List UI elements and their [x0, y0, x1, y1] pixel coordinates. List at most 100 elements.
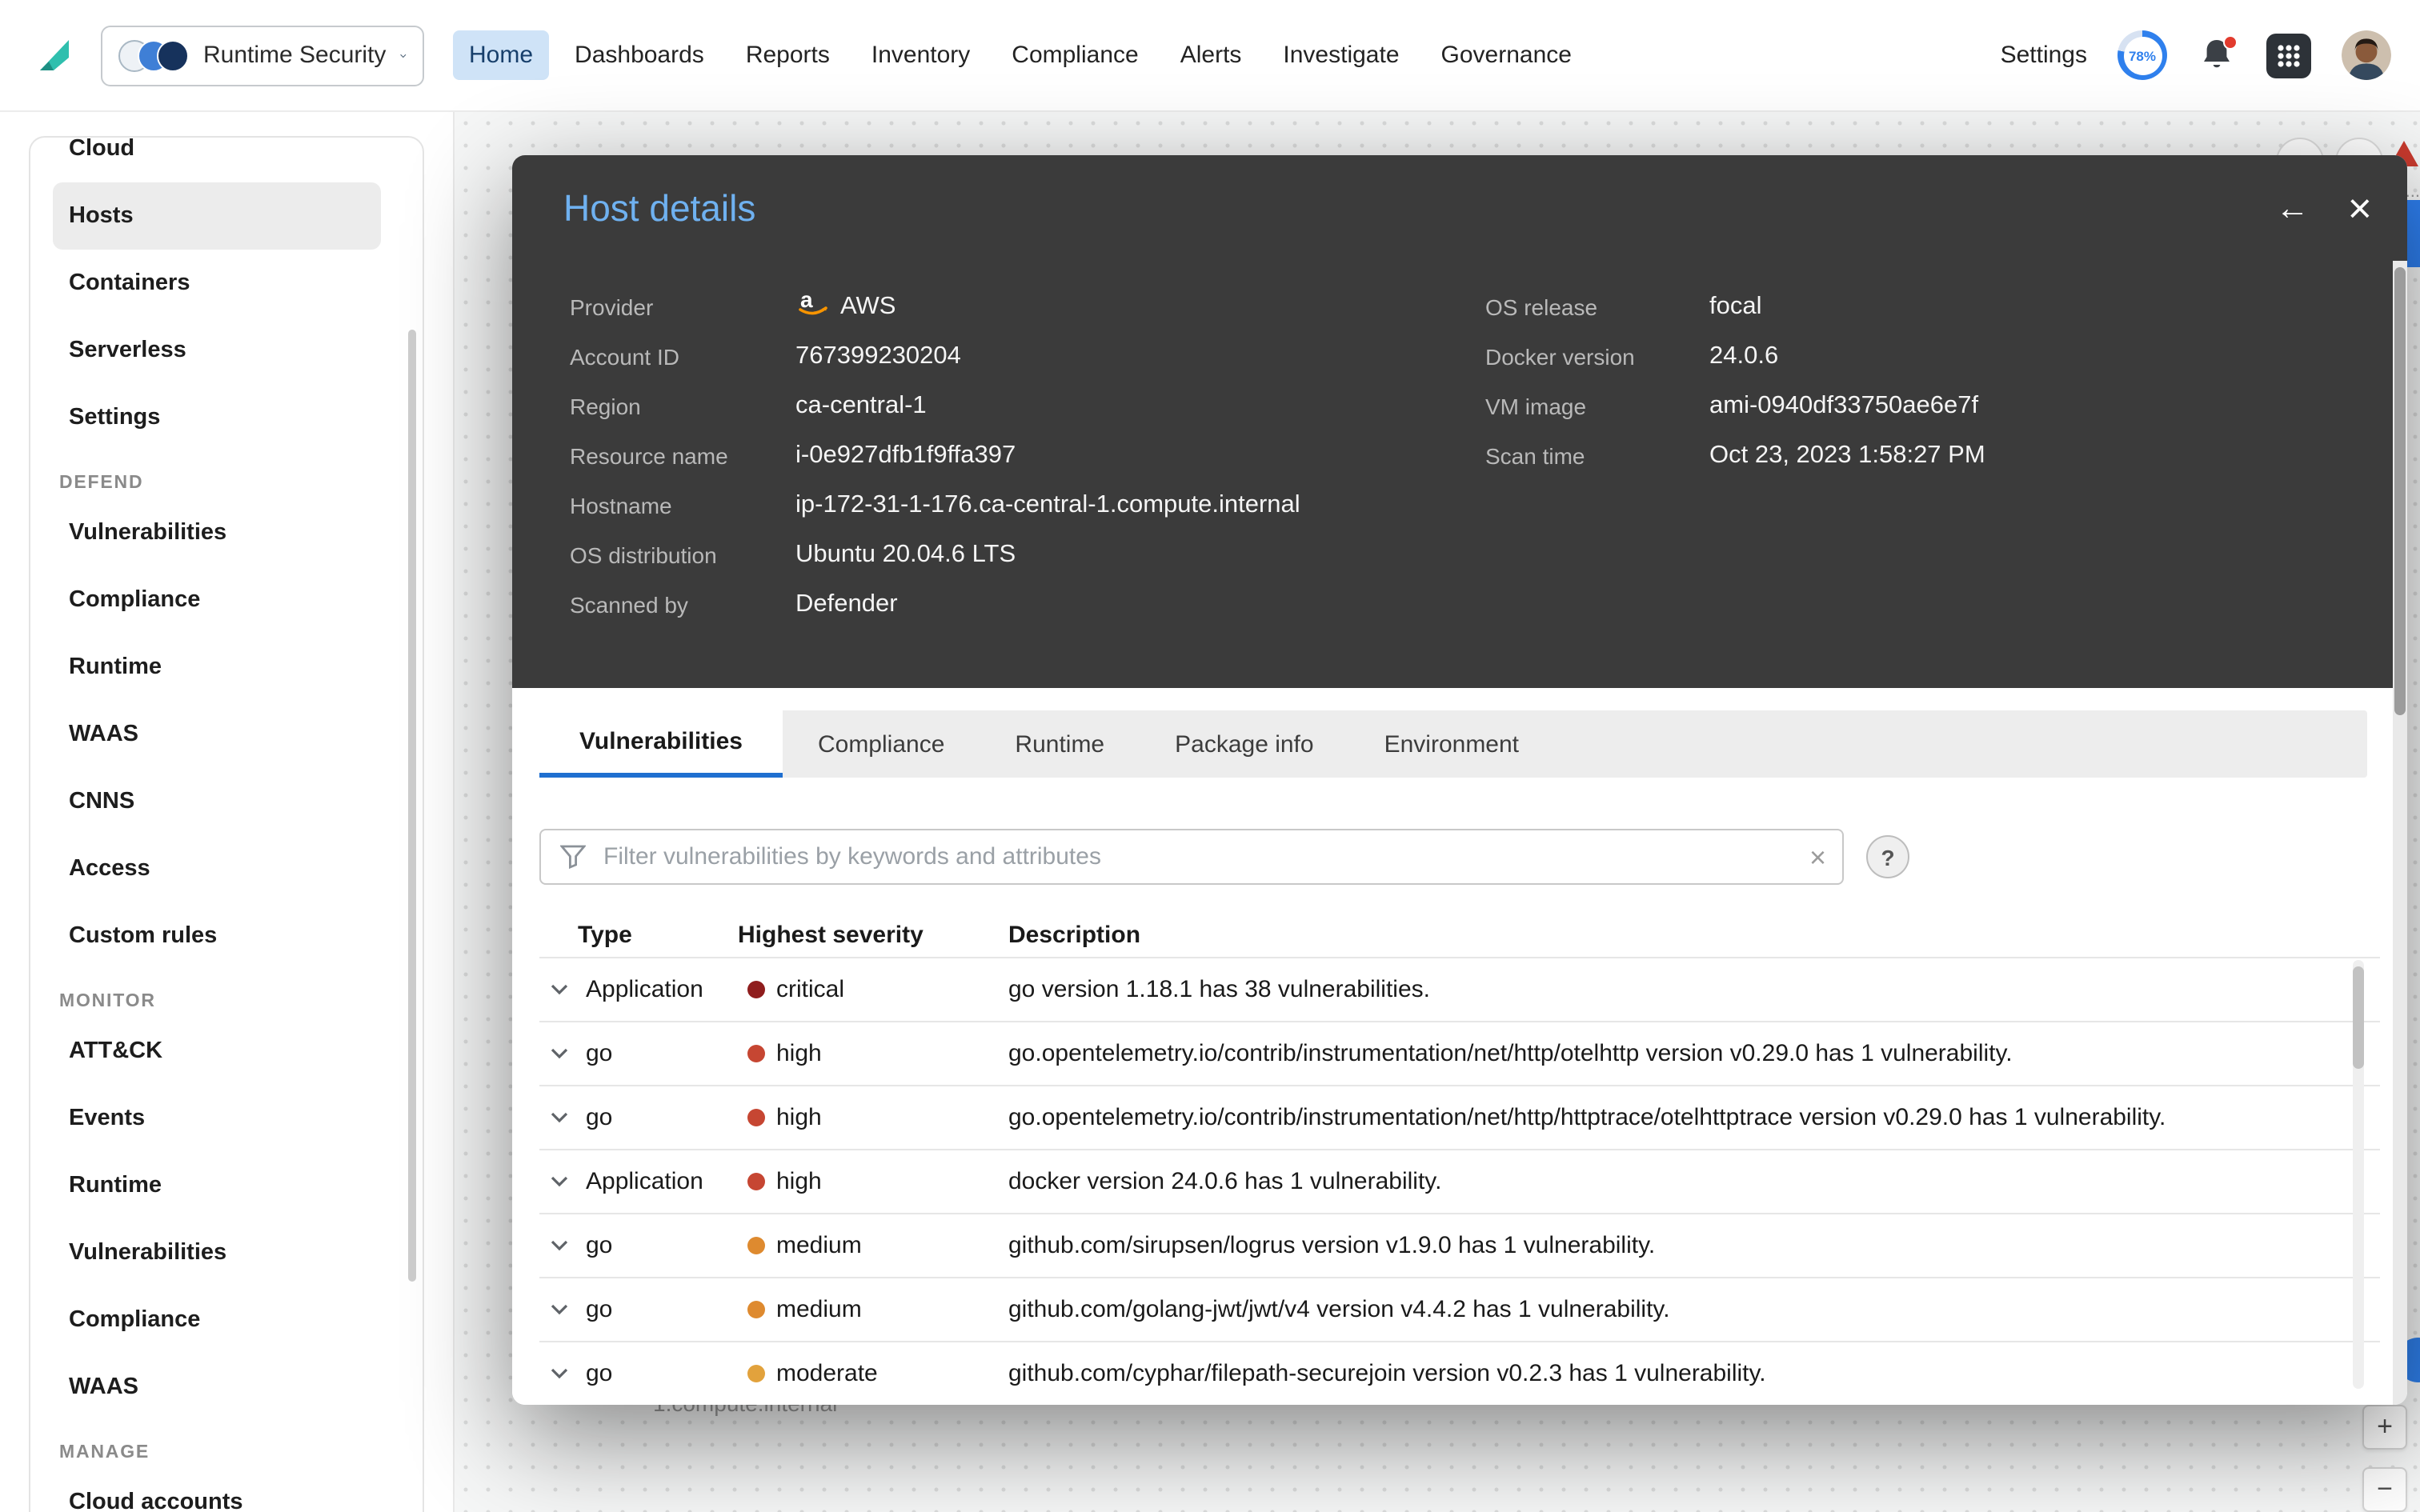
sidebar-item-compliance[interactable]: Compliance: [30, 566, 423, 634]
sidebar-item-runtime-monitor[interactable]: Runtime: [30, 1152, 423, 1219]
sidebar-item-serverless[interactable]: Serverless: [30, 317, 423, 384]
product-switcher-dropdown[interactable]: Runtime Security: [101, 25, 424, 86]
sidebar-item-waas[interactable]: WAAS: [30, 701, 423, 768]
severity-label: medium: [776, 1296, 862, 1323]
nav-item-reports[interactable]: Reports: [730, 30, 846, 80]
detail-value: ami-0940df33750ae6e7f: [1709, 391, 1979, 418]
modal-actions: ← ×: [2276, 187, 2372, 229]
table-row[interactable]: go moderate github.com/cyphar/filepath-s…: [539, 1341, 2380, 1405]
zoom-out-button[interactable]: −: [2362, 1467, 2407, 1512]
nav-item-dashboards[interactable]: Dashboards: [559, 30, 720, 80]
severity-dot: [747, 1173, 765, 1190]
host-details-grid: Provider a AWS Account ID 767399230204 Re…: [512, 261, 2407, 629]
detail-value-provider: a AWS: [795, 287, 895, 325]
severity-dot: [747, 1109, 765, 1126]
table-row[interactable]: go high go.opentelemetry.io/contrib/inst…: [539, 1021, 2380, 1085]
divider: [453, 112, 455, 1512]
prisma-logo-icon[interactable]: [32, 34, 75, 77]
tab-environment[interactable]: Environment: [1349, 710, 1554, 778]
column-header-severity: Highest severity: [738, 921, 924, 948]
detail-value: i-0e927dfb1f9ffa397: [795, 441, 1016, 468]
detail-value: ca-central-1: [795, 391, 927, 418]
user-avatar[interactable]: [2342, 30, 2391, 80]
nav-item-governance[interactable]: Governance: [1425, 30, 1588, 80]
nav-item-compliance[interactable]: Compliance: [996, 30, 1154, 80]
sidebar-item-access[interactable]: Access: [30, 835, 423, 902]
row-type: go: [586, 1360, 613, 1387]
nav-item-inventory[interactable]: Inventory: [855, 30, 986, 80]
nav-item-settings[interactable]: Settings: [2001, 42, 2087, 69]
sidebar-item-waas-monitor[interactable]: WAAS: [30, 1354, 423, 1421]
column-header-type: Type: [578, 921, 632, 948]
table-row[interactable]: go medium github.com/sirupsen/logrus ver…: [539, 1213, 2380, 1277]
app-root: Runtime Security Home Dashboards Reports…: [0, 0, 2420, 1512]
close-icon[interactable]: ×: [2348, 187, 2372, 229]
detail-label: OS release: [1485, 294, 1598, 319]
table-row[interactable]: Application high docker version 24.0.6 h…: [539, 1149, 2380, 1213]
tab-compliance[interactable]: Compliance: [783, 710, 980, 778]
modal-title: Host details: [563, 186, 756, 228]
sidebar-item-runtime[interactable]: Runtime: [30, 634, 423, 701]
apps-grid-icon[interactable]: [2266, 33, 2311, 78]
severity-dot: [747, 981, 765, 998]
help-icon[interactable]: ?: [1866, 835, 1909, 878]
sidebar-item-settings[interactable]: Settings: [30, 384, 423, 451]
filter-input[interactable]: [600, 842, 1795, 872]
detail-value: focal: [1709, 292, 1762, 319]
nav-item-alerts[interactable]: Alerts: [1164, 30, 1258, 80]
sidebar-item-custom-rules[interactable]: Custom rules: [30, 902, 423, 970]
sidebar-header-defend: DEFEND: [59, 474, 144, 493]
table-row[interactable]: go high go.opentelemetry.io/contrib/inst…: [539, 1085, 2380, 1149]
chevron-down-icon[interactable]: [551, 984, 568, 995]
chevron-down-icon[interactable]: [551, 1112, 568, 1123]
chevron-down-icon[interactable]: [551, 1304, 568, 1315]
severity-label: medium: [776, 1232, 862, 1259]
sidebar-item-cloud-accounts[interactable]: Cloud accounts: [30, 1469, 423, 1512]
progress-ring[interactable]: 78%: [2118, 30, 2167, 80]
chevron-down-icon[interactable]: [551, 1176, 568, 1187]
detail-value: 24.0.6: [1709, 342, 1779, 369]
sidebar-item-attack[interactable]: ATT&CK: [30, 1018, 423, 1085]
tab-package-info[interactable]: Package info: [1140, 710, 1348, 778]
modal-scrollbar-thumb[interactable]: [2394, 267, 2406, 715]
row-description: go version 1.18.1 has 38 vulnerabilities…: [1008, 976, 1430, 1003]
clear-filter-icon[interactable]: ×: [1809, 842, 1826, 871]
sidebar-item-cloud[interactable]: Cloud: [30, 138, 423, 182]
chevron-down-icon[interactable]: [551, 1240, 568, 1251]
chevron-down-icon[interactable]: [551, 1368, 568, 1379]
chevron-down-icon[interactable]: [551, 1048, 568, 1059]
sidebar-item-vulnerabilities[interactable]: Vulnerabilities: [30, 499, 423, 566]
detail-value: 767399230204: [795, 342, 961, 369]
sidebar-item-events[interactable]: Events: [30, 1085, 423, 1152]
sidebar-item-compliance-monitor[interactable]: Compliance: [30, 1286, 423, 1354]
row-type: go: [586, 1104, 613, 1131]
sidebar-item-cnns[interactable]: CNNS: [30, 768, 423, 835]
tab-vulnerabilities[interactable]: Vulnerabilities: [539, 710, 783, 778]
main-menu: Home Dashboards Reports Inventory Compli…: [453, 30, 1588, 80]
progress-value: 78%: [2123, 36, 2162, 74]
detail-value: ip-172-31-1-176.ca-central-1.compute.int…: [795, 490, 1300, 518]
nav-item-home[interactable]: Home: [453, 30, 550, 80]
table-row[interactable]: Application critical go version 1.18.1 h…: [539, 957, 2380, 1021]
table-row[interactable]: go medium github.com/golang-jwt/jwt/v4 v…: [539, 1277, 2380, 1341]
detail-label: Region: [570, 393, 641, 418]
row-description: go.opentelemetry.io/contrib/instrumentat…: [1008, 1104, 2166, 1131]
sidebar-scrollbar[interactable]: [408, 330, 416, 1282]
back-icon[interactable]: ←: [2276, 191, 2310, 225]
nav-item-investigate[interactable]: Investigate: [1267, 30, 1415, 80]
tab-runtime[interactable]: Runtime: [980, 710, 1140, 778]
notifications-bell-icon[interactable]: [2198, 34, 2238, 76]
severity-label: moderate: [776, 1360, 878, 1387]
sidebar-item-vulnerabilities-monitor[interactable]: Vulnerabilities: [30, 1219, 423, 1286]
sidebar-list: Cloud Hosts Containers Serverless Settin…: [30, 138, 423, 1512]
table-scrollbar-thumb[interactable]: [2353, 966, 2364, 1069]
vulnerability-filter[interactable]: ×: [539, 829, 1844, 885]
sidebar-item-containers[interactable]: Containers: [30, 250, 423, 317]
modal-body: Vulnerabilities Compliance Runtime Packa…: [512, 688, 2407, 1405]
sidebar-item-hosts[interactable]: Hosts: [53, 182, 381, 250]
row-description: github.com/sirupsen/logrus version v1.9.…: [1008, 1232, 1656, 1259]
severity-dot: [747, 1365, 765, 1382]
row-description: github.com/cyphar/filepath-securejoin ve…: [1008, 1360, 1766, 1387]
zoom-in-button[interactable]: +: [2362, 1405, 2407, 1450]
sidebar-header-manage: MANAGE: [59, 1443, 150, 1462]
